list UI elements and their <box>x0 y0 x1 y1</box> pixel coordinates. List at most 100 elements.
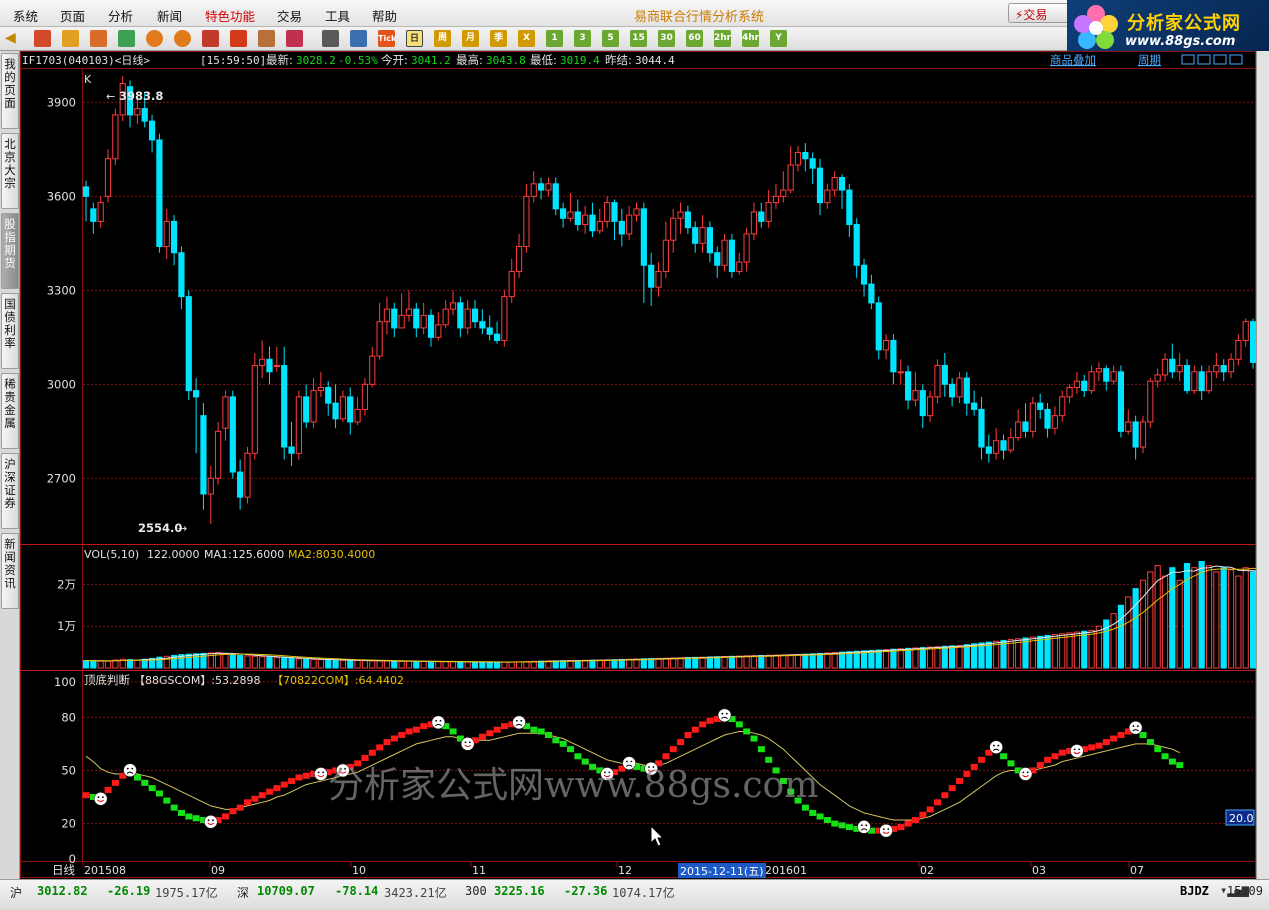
sidebar-tab-my-page[interactable]: 我的页面 <box>1 53 19 129</box>
layout-3-icon[interactable] <box>1213 54 1227 65</box>
candle-body <box>508 271 515 298</box>
volume-bar <box>1213 571 1220 669</box>
volume-bar <box>721 656 728 669</box>
indicator-88gscom-block <box>361 755 369 762</box>
candle-body <box>90 208 97 222</box>
period-month-button[interactable]: 月 <box>462 30 479 47</box>
candle-body <box>963 377 970 404</box>
trade-button[interactable]: ⚡交易 <box>1008 3 1070 23</box>
window-icon[interactable] <box>202 30 219 47</box>
candle-body <box>853 224 860 266</box>
period-60min-button[interactable]: 60 <box>686 30 703 47</box>
tick-button[interactable]: Tick <box>378 30 396 47</box>
period-4hr-button[interactable]: 4hr <box>742 30 759 47</box>
candle-body <box>332 402 339 420</box>
candle-body <box>537 183 545 191</box>
volume-bar <box>904 647 912 669</box>
candle-body <box>170 220 178 254</box>
indicator-chart-icon[interactable] <box>350 30 367 47</box>
price-tick-label: 3000 <box>47 377 76 391</box>
sidebar-tab-precious-metals[interactable]: 稀贵金属 <box>1 373 19 449</box>
indicator-series-2: 【70822COM】:64.4402 <box>272 674 404 687</box>
table-icon[interactable] <box>322 30 339 47</box>
refresh-icon[interactable] <box>118 30 135 47</box>
candle-body <box>178 252 185 298</box>
vol-tick-label: 2万 <box>57 577 76 591</box>
candle-body <box>699 227 706 244</box>
indicator-88gscom-block <box>1058 749 1066 756</box>
face-eye-left <box>860 824 863 827</box>
sidebar-tab-index-futures[interactable]: 股指期货 <box>1 213 19 289</box>
back-arrow-icon[interactable]: ◀ <box>5 30 16 46</box>
layout-4-icon[interactable] <box>1229 54 1243 65</box>
period-3min-button[interactable]: 3 <box>574 30 591 47</box>
layout-2-icon[interactable] <box>1197 54 1211 65</box>
candle-body <box>369 355 376 385</box>
menu-featured[interactable]: 特色功能 <box>205 6 255 25</box>
period-15min-button[interactable]: 15 <box>630 30 647 47</box>
period-quarter-button[interactable]: 季 <box>490 30 507 47</box>
menu-analysis[interactable]: 分析 <box>108 6 133 25</box>
candle-body <box>648 264 655 288</box>
sidebar: 我的页面 北京大宗 股指期货 国债利率 稀贵金属 沪深证券 新闻资讯 <box>0 51 20 879</box>
candle-body <box>530 183 537 197</box>
volume-bar <box>912 647 919 669</box>
volume-bar <box>963 644 970 669</box>
stock-list-icon[interactable] <box>62 30 79 47</box>
period-1min-button[interactable]: 1 <box>546 30 563 47</box>
candle-body <box>662 239 669 273</box>
indicator-88gscom-block <box>133 774 141 781</box>
sidebar-tab-beijing-commodity[interactable]: 北京大宗 <box>1 133 19 209</box>
period-2hr-button[interactable]: 2hr <box>714 30 731 47</box>
period-year-button[interactable]: Y <box>770 30 787 47</box>
menu-news[interactable]: 新闻 <box>157 6 182 25</box>
candle-body <box>361 383 369 410</box>
candle-body <box>560 208 567 219</box>
menu-page[interactable]: 页面 <box>60 6 85 25</box>
indicator-88gscom-block <box>581 758 589 765</box>
candle-body <box>405 308 413 316</box>
overlay-link[interactable]: 商品叠加 <box>1050 53 1096 67</box>
volume-bar <box>706 656 713 669</box>
realtime-icon[interactable] <box>90 30 107 47</box>
period-5min-button[interactable]: 5 <box>602 30 619 47</box>
indicator-88gscom-block <box>816 813 824 820</box>
x-tick-label: 03 <box>1032 864 1046 877</box>
candle-body <box>772 195 780 204</box>
candle-body <box>927 396 934 417</box>
face-eye-left <box>97 796 100 799</box>
menu-tools[interactable]: 工具 <box>325 6 350 25</box>
layout-1-icon[interactable] <box>1181 54 1195 65</box>
indicator-88gscom-block <box>420 723 428 730</box>
volume-bar <box>728 655 736 669</box>
menu-system[interactable]: 系统 <box>13 6 38 25</box>
vertical-scrollbar[interactable] <box>1256 51 1269 879</box>
period-30min-button[interactable]: 30 <box>658 30 675 47</box>
pencil-icon[interactable] <box>230 30 247 47</box>
zoom-out-icon[interactable] <box>174 30 191 47</box>
candle-body <box>501 296 508 341</box>
menu-trade[interactable]: 交易 <box>277 6 302 25</box>
volume-bar <box>919 647 926 669</box>
period-link[interactable]: 周期 <box>1138 53 1161 67</box>
chart-area[interactable]: IF1703(040103)<日线> [15:59:50] 最新: 3028.2… <box>20 51 1256 879</box>
period-x-button[interactable]: X <box>518 30 535 47</box>
sidebar-tab-news[interactable]: 新闻资讯 <box>1 533 19 609</box>
sidebar-tab-hs-securities[interactable]: 沪深证券 <box>1 453 19 529</box>
sidebar-tab-treasury-rates[interactable]: 国债利率 <box>1 293 19 369</box>
indicator-88gscom-block <box>1139 732 1147 738</box>
indicator-88gscom-block <box>185 813 193 820</box>
filter-icon[interactable] <box>286 30 303 47</box>
zoom-in-icon[interactable] <box>146 30 163 47</box>
period-day-button[interactable]: 日 <box>406 30 423 47</box>
volume-bar <box>486 661 493 669</box>
drawing-icon[interactable] <box>258 30 275 47</box>
kline-chart[interactable]: IF1703(040103)<日线> [15:59:50] 最新: 3028.2… <box>20 51 1256 879</box>
volume-bar <box>1227 569 1235 669</box>
face-eye-right <box>101 796 104 799</box>
candle-body <box>1066 386 1073 398</box>
home-icon[interactable] <box>34 30 51 47</box>
period-week-button[interactable]: 周 <box>434 30 451 47</box>
menu-help[interactable]: 帮助 <box>372 6 397 25</box>
candle-body <box>391 308 398 329</box>
